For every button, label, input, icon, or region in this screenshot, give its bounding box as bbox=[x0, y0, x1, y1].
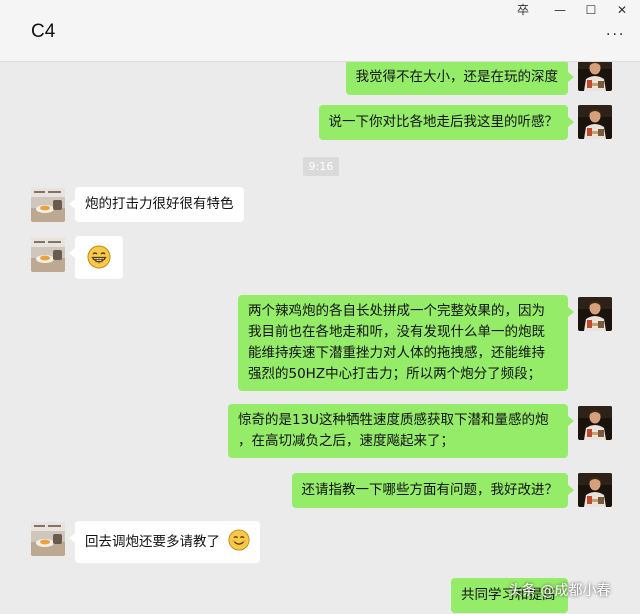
close-button[interactable]: ✕ bbox=[610, 2, 634, 18]
grinning-face-icon bbox=[87, 245, 111, 269]
message-line: 两个辣鸡炮的各自长处拼成一个完整效果的，因为 bbox=[248, 303, 545, 319]
message-line: ，在高切减负之后，速度飚起来了； bbox=[238, 433, 454, 449]
my-avatar[interactable] bbox=[578, 473, 612, 507]
message-bubble-sent[interactable]: 说一下你对比各地走后我这里的听感？ bbox=[318, 105, 574, 140]
message-line: 能维持疾速下潜重挫力对人体的拖拽感，还能维持 bbox=[248, 345, 545, 361]
message-text: 炮的打击力很好很有特色 bbox=[85, 196, 234, 212]
message-bubble-received[interactable] bbox=[69, 236, 123, 279]
pin-button[interactable]: 卒 bbox=[511, 2, 535, 18]
contact-avatar[interactable] bbox=[31, 188, 65, 222]
my-avatar[interactable] bbox=[578, 406, 612, 440]
message-bubble-sent[interactable]: 两个辣鸡炮的各自长处拼成一个完整效果的，因为 我目前也在各地走和听，没有发现什么… bbox=[238, 295, 574, 391]
my-avatar[interactable] bbox=[578, 62, 612, 91]
timestamp: 9:16 bbox=[303, 157, 339, 176]
more-options-icon[interactable]: ··· bbox=[606, 27, 625, 43]
contact-avatar[interactable] bbox=[31, 522, 65, 556]
my-avatar[interactable] bbox=[578, 297, 612, 331]
message-line: 惊奇的是13U这种牺牲速度质感获取下潜和量感的炮 bbox=[238, 412, 549, 428]
chat-area[interactable]: 我觉得不在大小，还是在玩的深度 说一下你对比各地走后我这里的听感？ 9:16 炮… bbox=[0, 62, 640, 614]
message-text: 还请指教一下哪些方面有问题，我好改进？ bbox=[301, 482, 559, 498]
message-line: 强烈的50HZ中心打击力；所以两个炮分了频段； bbox=[248, 366, 542, 382]
title-bar: C4 卒 — ☐ ✕ ··· bbox=[0, 0, 640, 62]
contact-avatar[interactable] bbox=[31, 238, 65, 272]
message-text: 回去调炮还要多请教了 bbox=[85, 534, 220, 550]
minimize-button[interactable]: — bbox=[548, 2, 572, 18]
message-bubble-sent[interactable]: 还请指教一下哪些方面有问题，我好改进？ bbox=[291, 473, 574, 508]
message-text: 我觉得不在大小，还是在玩的深度 bbox=[355, 69, 559, 85]
my-avatar[interactable] bbox=[578, 105, 612, 139]
chat-title: C4 bbox=[31, 21, 56, 42]
message-bubble-sent[interactable]: 惊奇的是13U这种牺牲速度质感获取下潜和量感的炮 ，在高切减负之后，速度飚起来了… bbox=[228, 404, 574, 458]
message-text: 说一下你对比各地走后我这里的听感？ bbox=[328, 114, 559, 130]
watermark: 头条 @成都小春 bbox=[508, 583, 611, 599]
smiling-face-icon bbox=[228, 529, 250, 551]
message-bubble-received[interactable]: 炮的打击力很好很有特色 bbox=[69, 187, 244, 222]
message-bubble-sent[interactable]: 我觉得不在大小，还是在玩的深度 bbox=[345, 62, 574, 95]
message-line: 我目前也在各地走和听，没有发现什么单一的炮既 bbox=[248, 324, 545, 340]
maximize-button[interactable]: ☐ bbox=[579, 2, 603, 18]
message-bubble-received[interactable]: 回去调炮还要多请教了 bbox=[68, 521, 261, 563]
